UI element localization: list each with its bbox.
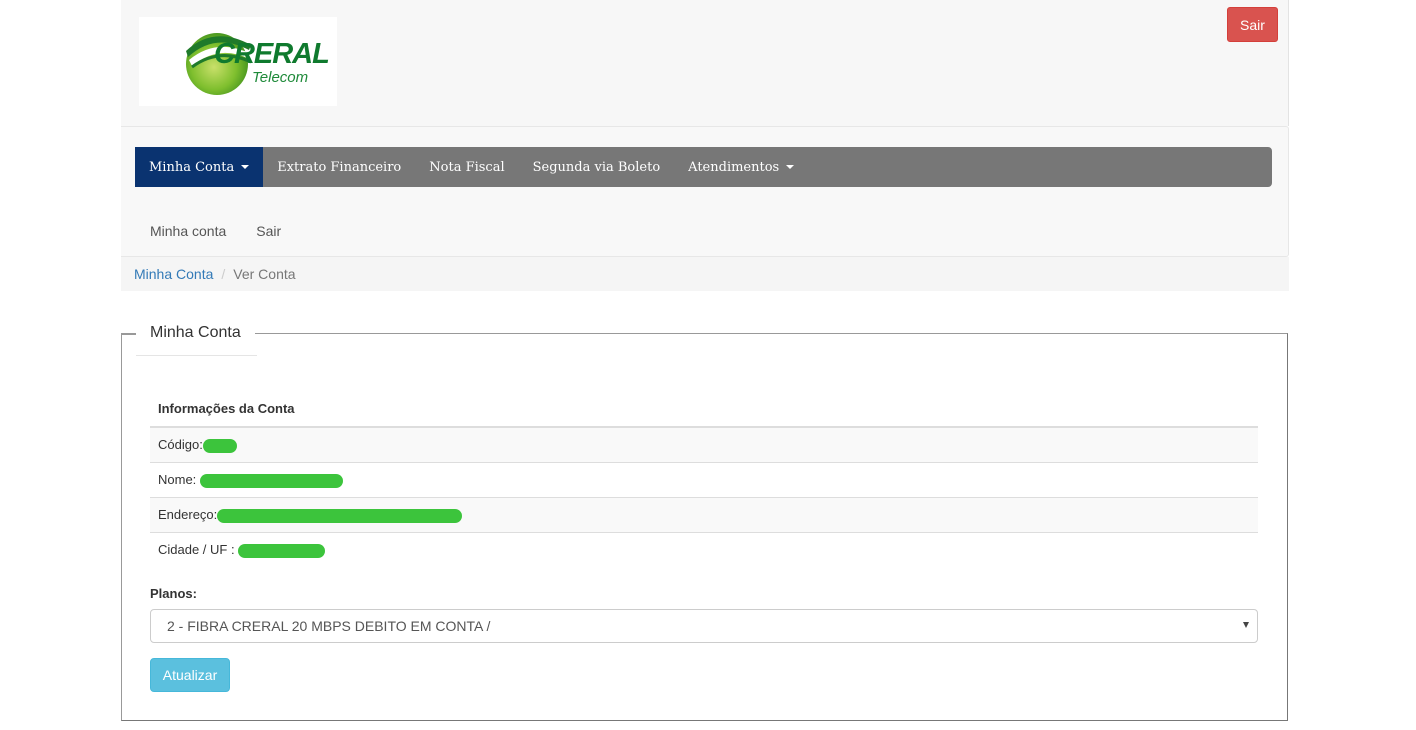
nav-minha-conta[interactable]: Minha Conta [135,147,264,187]
subnav-minha-conta[interactable]: Minha conta [135,223,241,239]
legend-dash [122,334,136,335]
subnav-sair[interactable]: Sair [241,223,296,239]
redaction-mark [199,473,343,488]
subnav: Minha conta Sair [135,223,296,239]
table-header: Informações da Conta [150,390,1258,428]
redaction-mark [202,438,237,453]
nav-extrato-financeiro[interactable]: Extrato Financeiro [263,147,415,187]
legend-underline [136,355,257,356]
table-row: Endereço: [150,497,1258,533]
table-cell: Endereço: [150,497,1258,533]
dropdown-arrow-icon [1243,622,1249,628]
account-info-table: Informações da Conta Código: Nome: Ender… [150,390,1258,567]
breadcrumb-separator: / [221,266,226,282]
header: CRERAL Telecom Sair [121,0,1289,126]
row-label-cidade-uf: Cidade / UF : [158,542,235,558]
plan-select-value: 2 - FIBRA CRERAL 20 MBPS DEBITO EM CONTA… [167,618,491,634]
nav-label: Segunda via Boleto [532,159,661,175]
table-row: Código: [150,426,1258,463]
nav-label: Extrato Financeiro [277,159,402,175]
planos-label: Planos: [150,586,197,601]
nav-wrapper: Minha Conta Extrato Financeiro Nota Fisc… [121,126,1289,257]
redaction-mark [237,543,325,558]
section-legend: Minha Conta [136,321,255,345]
logo: CRERAL Telecom [139,17,337,106]
nav-label: Atendimentos [688,159,780,175]
table-row: Cidade / UF : [150,532,1258,567]
row-label-codigo: Código: [158,437,203,453]
table-cell: Código: [150,426,1258,463]
nav-label: Minha Conta [149,159,235,175]
table-cell: Nome: [150,462,1258,498]
page-container: CRERAL Telecom Sair Minha Conta Extrato … [121,0,1289,291]
row-label-endereco: Endereço: [158,507,218,523]
row-label-nome: Nome: [158,472,200,488]
redaction-mark [217,508,463,523]
breadcrumb: Minha Conta / Ver Conta [121,257,1289,291]
breadcrumb-link-minha-conta[interactable]: Minha Conta [134,266,213,282]
table-cell: Cidade / UF : [150,532,1258,567]
update-button[interactable]: Atualizar [150,658,230,692]
main-navbar: Minha Conta Extrato Financeiro Nota Fisc… [135,147,1272,187]
plan-select[interactable]: 2 - FIBRA CRERAL 20 MBPS DEBITO EM CONTA… [150,609,1258,643]
nav-atendimentos[interactable]: Atendimentos [674,147,808,187]
nav-nota-fiscal[interactable]: Nota Fiscal [415,147,518,187]
caret-down-icon [241,165,250,169]
breadcrumb-current: Ver Conta [233,266,296,282]
caret-down-icon [786,165,795,169]
nav-segunda-via-boleto[interactable]: Segunda via Boleto [519,147,675,187]
nav-label: Nota Fiscal [429,159,505,175]
logout-button[interactable]: Sair [1227,7,1278,42]
logo-title: CRERAL [214,38,330,70]
table-row: Nome: [150,462,1258,498]
logo-subtitle: Telecom [252,69,309,86]
account-fieldset: Minha Conta Informações da Conta Código:… [121,321,1288,721]
